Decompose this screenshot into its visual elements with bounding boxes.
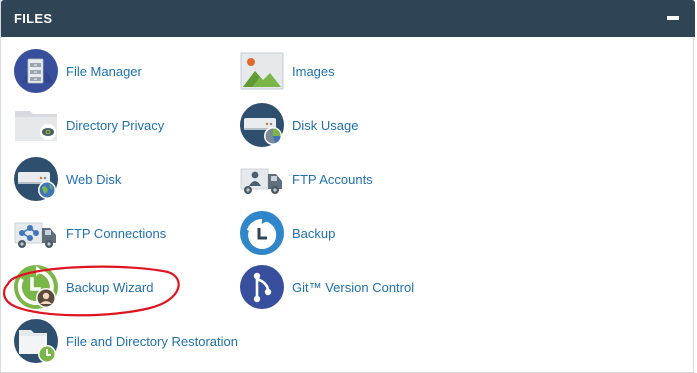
web-disk-label: Web Disk — [66, 171, 122, 187]
minus-icon[interactable] — [667, 16, 679, 20]
file-manager-icon — [14, 49, 58, 93]
web-disk-link[interactable]: Web Disk — [14, 157, 121, 201]
backup-icon — [240, 211, 284, 255]
web-disk-icon — [14, 157, 58, 201]
panel-header[interactable]: FILES — [1, 0, 695, 37]
backup-wizard-link[interactable]: Backup Wizard — [14, 265, 153, 309]
file-manager-link[interactable]: File Manager — [14, 49, 142, 93]
disk-usage-link[interactable]: Disk Usage — [240, 103, 358, 147]
file-restoration-icon — [14, 319, 58, 363]
git-version-control-label: Git™ Version Control — [292, 279, 415, 295]
ftp-connections-link[interactable]: FTP Connections — [14, 211, 166, 255]
files-panel: FILES File Manager Directory Privacy Web… — [0, 0, 695, 373]
backup-wizard-label: Backup Wizard — [66, 279, 154, 295]
images-icon — [240, 52, 284, 90]
images-label: Images — [292, 63, 335, 79]
panel-title: FILES — [14, 11, 53, 26]
file-restoration-link[interactable]: File and Directory Restoration — [14, 319, 238, 363]
ftp-accounts-label: FTP Accounts — [292, 171, 373, 187]
images-link[interactable]: Images — [240, 49, 335, 93]
ftp-accounts-link[interactable]: FTP Accounts — [240, 157, 373, 201]
ftp-accounts-icon — [240, 168, 282, 194]
git-version-control-link[interactable]: Git™ Version Control — [240, 265, 414, 309]
backup-link[interactable]: Backup — [240, 211, 335, 255]
directory-privacy-icon — [15, 111, 57, 141]
directory-privacy-link[interactable]: Directory Privacy — [14, 103, 164, 147]
ftp-connections-label: FTP Connections — [66, 225, 167, 241]
directory-privacy-label: Directory Privacy — [66, 117, 165, 133]
file-manager-label: File Manager — [66, 63, 142, 79]
file-restoration-label: File and Directory Restoration — [66, 333, 238, 349]
git-icon — [240, 265, 284, 309]
backup-label: Backup — [292, 225, 336, 241]
backup-wizard-icon — [14, 265, 58, 309]
disk-usage-icon — [240, 103, 284, 147]
ftp-connections-icon — [14, 222, 56, 248]
disk-usage-label: Disk Usage — [292, 117, 359, 133]
